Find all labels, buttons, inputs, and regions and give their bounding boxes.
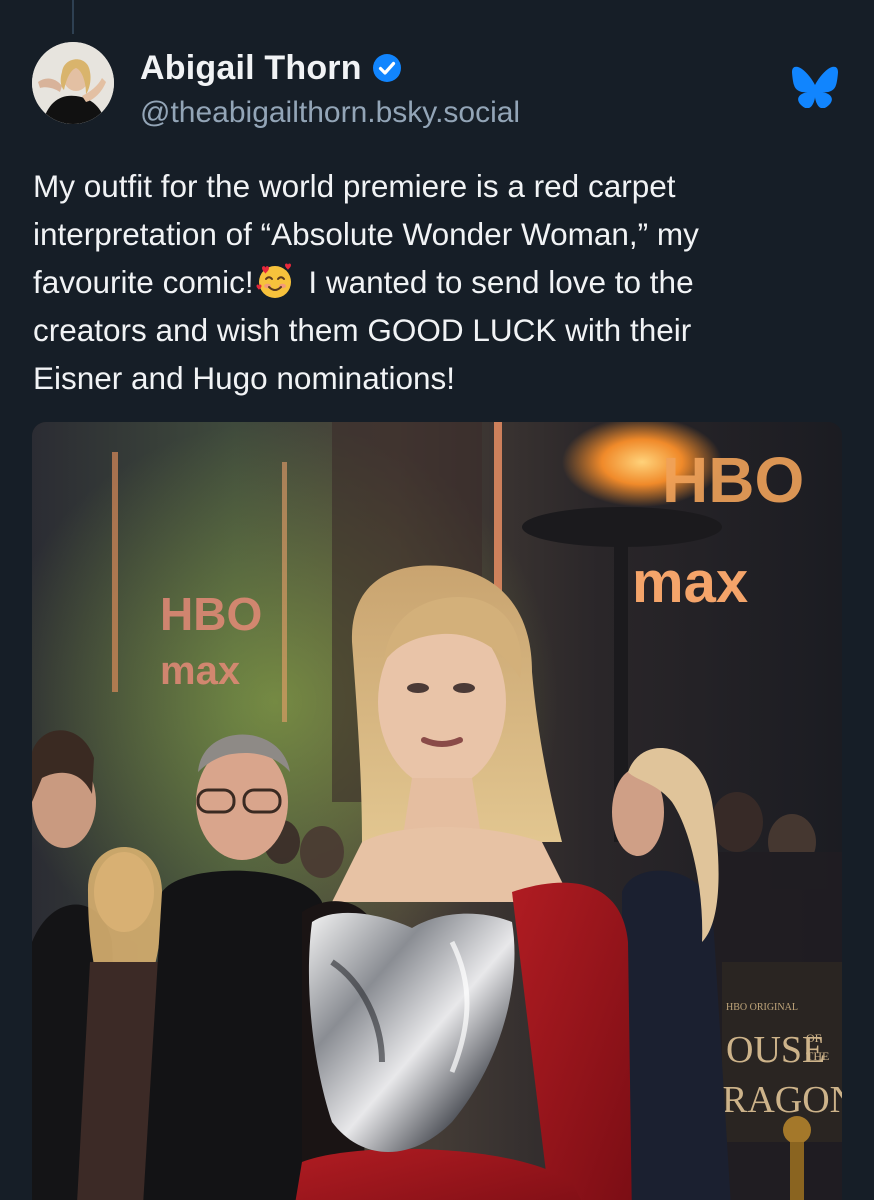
post-text: My outfit for the world premiere is a re… [33,162,843,402]
house-of-the-dragon-sign: HBO ORIGINAL OUSE OF THE RAGON [722,962,842,1142]
bluesky-butterfly-icon [792,66,838,109]
svg-text:HBO ORIGINAL: HBO ORIGINAL [726,1002,798,1013]
verified-check-icon [372,53,402,83]
post-text-line-4: creators and wish them GOOD LUCK with th… [33,312,692,348]
avatar-image [32,42,114,124]
post-text-line-3: favourite comic! [33,264,254,300]
post-text-line-1: My outfit for the world premiere is a re… [33,168,676,204]
svg-text:max: max [160,649,240,693]
thread-connector-line [72,0,74,34]
svg-text:max: max [632,550,748,615]
author-display-name[interactable]: Abigail Thorn [140,49,362,88]
smiling-face-with-hearts-icon [256,262,294,300]
author-handle[interactable]: @theabigailthorn.bsky.social [140,96,520,130]
svg-text:RAGON: RAGON [722,1079,842,1121]
svg-text:HBO: HBO [662,444,804,516]
post-text-line-3b: I wanted to send love to the [299,264,694,300]
svg-text:OF: OF [806,1031,822,1045]
author-name-row: Abigail Thorn [140,48,402,88]
avatar[interactable] [32,42,114,124]
premiere-photo: HBO max HBO max HBO ORIGINAL OUSE OF THE… [32,422,842,1200]
post-image[interactable]: HBO max HBO max HBO ORIGINAL OUSE OF THE… [32,422,842,1200]
post-text-line-2: interpretation of “Absolute Wonder Woman… [33,216,699,252]
post-header: Abigail Thorn @theabigailthorn.bsky.soci… [32,40,842,130]
svg-text:HBO: HBO [160,588,262,640]
svg-text:THE: THE [806,1049,829,1063]
post-text-line-5: Eisner and Hugo nominations! [33,360,456,396]
